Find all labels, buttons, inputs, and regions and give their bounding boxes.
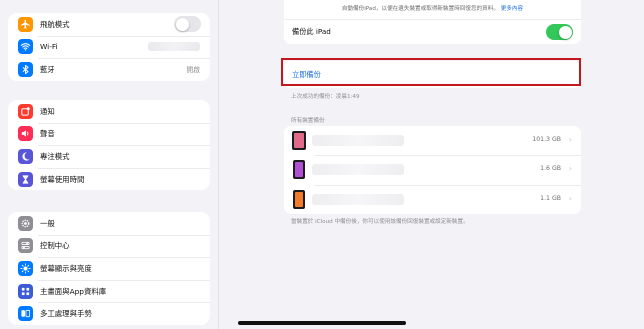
sidebar-item-label: 專注模式 — [40, 151, 70, 161]
hourglass-icon — [18, 171, 33, 187]
settings-sidebar: 飛航模式 Wi-Fi 藍牙 開啟通知聲音專注模式螢幕使用時間 一般控制中心螢幕顯示與亮度… — [0, 0, 218, 329]
moon-icon — [18, 148, 33, 164]
sidebar-item-multitask[interactable]: 多工處理與手勢 — [8, 302, 210, 325]
sidebar-item-label: Wi-Fi — [40, 42, 58, 52]
backup-description: 自動備份iPad，以便在遺失裝置或取得新裝置時回復您的資料。 更多內容 — [341, 6, 524, 12]
device-name-redacted — [312, 164, 404, 176]
sidebar-item-label: 聲音 — [40, 129, 55, 139]
backup-now-card: 立即備份 — [284, 61, 581, 88]
icloud-backup-card: 自動備份iPad，以便在遺失裝置或取得新裝置時回復您的資料。 更多內容 備份此 … — [284, 0, 581, 44]
settings-group: 飛航模式 Wi-Fi 藍牙 開啟 — [8, 13, 210, 81]
sidebar-item-label: 一般 — [40, 218, 55, 228]
device-backup-row[interactable]: 1.1 GB › — [284, 184, 581, 214]
sidebar-item-hourglass[interactable]: 螢幕使用時間 — [8, 167, 210, 191]
icloud-backup-toggle[interactable] — [546, 24, 573, 40]
settings-group: 通知聲音專注模式螢幕使用時間 — [8, 100, 210, 191]
iphone-icon — [293, 160, 305, 180]
sidebar-item-label: 通知 — [40, 106, 55, 116]
device-backup-size: 1.1 GB — [540, 194, 561, 202]
speaker-icon — [18, 126, 33, 142]
notification-icon — [18, 103, 33, 119]
device-backup-row[interactable]: 1.6 GB › — [284, 155, 581, 184]
wifi-icon — [18, 39, 33, 55]
device-backup-size: 1.6 GB — [540, 165, 561, 173]
device-backup-row[interactable]: 101.3 GB › — [284, 126, 581, 155]
airplane-icon — [18, 16, 33, 32]
more-info-link[interactable]: 更多內容 — [501, 6, 523, 12]
device-name-redacted — [312, 135, 404, 146]
gear-icon — [18, 215, 33, 231]
sidebar-item-label: 螢幕顯示與亮度 — [40, 263, 92, 273]
multitask-icon — [18, 306, 33, 322]
sidebar-item-label: 藍牙 — [40, 64, 55, 74]
airplane-mode-toggle[interactable] — [174, 16, 201, 33]
settings-group: 一般控制中心螢幕顯示與亮度主畫面與App資料庫 多工處理與手勢 — [8, 212, 210, 325]
sidebar-item-wifi[interactable]: Wi-Fi — [8, 35, 210, 59]
sidebar-item-label: 多工處理與手勢 — [40, 309, 92, 319]
sidebar-item-sun[interactable]: 螢幕顯示與亮度 — [8, 257, 210, 280]
device-backups-list: 101.3 GB › 1.6 GB › 1.1 GB › — [284, 126, 581, 214]
bluetooth-icon — [18, 61, 33, 77]
sidebar-item-notification[interactable]: 通知 — [8, 100, 210, 123]
home-indicator[interactable] — [238, 321, 406, 325]
sidebar-item-label: 飛航模式 — [40, 19, 70, 29]
sidebar-item-moon[interactable]: 專注模式 — [8, 145, 210, 168]
separator — [284, 19, 581, 20]
device-name-redacted — [312, 193, 404, 205]
sun-icon — [18, 260, 33, 276]
sidebar-item-speaker[interactable]: 聲音 — [8, 122, 210, 146]
backup-footer-note: 當裝置於 iCloud 中備份後，你可以使用該備份回復裝置或設定新裝置。 — [291, 219, 469, 225]
sidebar-item-value: 開啟 — [186, 66, 200, 75]
device-backup-size: 101.3 GB — [532, 136, 561, 143]
sidebar-item-label: 螢幕使用時間 — [40, 174, 85, 184]
icloud-backup-pane: 自動備份iPad，以便在遺失裝置或取得新裝置時回復您的資料。 更多內容 備份此 … — [219, 0, 644, 329]
sidebar-item-label: 控制中心 — [40, 241, 70, 251]
devices-header: 所有裝置備份 — [291, 118, 325, 124]
sidebar-item-gear[interactable]: 一般 — [8, 212, 210, 235]
backup-now-button[interactable]: 立即備份 — [292, 70, 321, 80]
wifi-network-name — [148, 42, 200, 52]
last-backup-text: 上次成功的備份：凌晨1:49 — [291, 94, 360, 100]
chevron-right-icon: › — [568, 164, 572, 174]
chevron-right-icon: › — [568, 135, 572, 144]
sidebar-item-sliders[interactable]: 控制中心 — [8, 234, 210, 258]
ipad-icon — [292, 131, 306, 150]
sidebar-item-grid[interactable]: 主畫面與App資料庫 — [8, 279, 210, 303]
sidebar-item-label: 主畫面與App資料庫 — [40, 286, 107, 296]
sidebar-item-bluetooth[interactable]: 藍牙 開啟 — [8, 58, 210, 81]
chevron-right-icon: › — [568, 193, 572, 203]
grid-icon — [18, 283, 33, 299]
sliders-icon — [18, 238, 33, 254]
sidebar-item-airplane[interactable]: 飛航模式 — [8, 13, 210, 36]
iphone-icon — [293, 189, 305, 209]
icloud-backup-label: 備份此 iPad — [292, 27, 331, 36]
